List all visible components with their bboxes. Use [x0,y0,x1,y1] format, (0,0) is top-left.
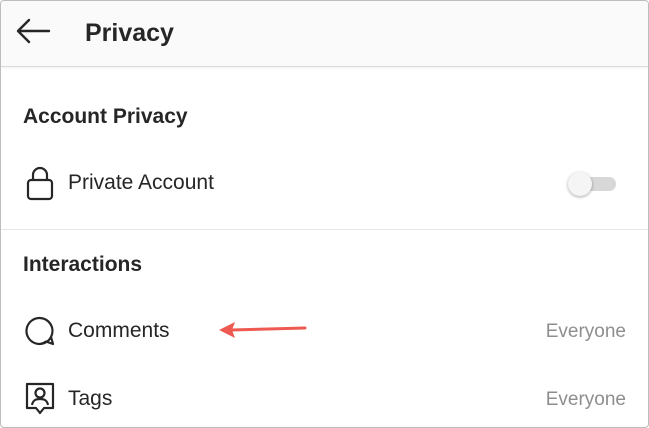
tag-person-icon [23,380,57,418]
comment-bubble-icon [23,312,57,350]
lock-icon [23,164,57,202]
section-heading-account-privacy: Account Privacy [23,105,188,128]
comments-value: Everyone [545,321,626,342]
back-arrow-icon [15,18,51,49]
comments-label: Comments [68,319,170,342]
comments-row[interactable]: Comments Everyone [1,306,648,358]
private-account-label: Private Account [68,171,214,194]
tags-label: Tags [68,387,113,410]
privacy-screen: Privacy Account Privacy Private Account … [0,0,649,428]
private-account-toggle[interactable] [568,172,620,196]
tags-row[interactable]: Tags Everyone [1,374,648,426]
back-button[interactable] [13,15,53,51]
page-title: Privacy [85,19,174,47]
annotation-arrow [217,319,309,346]
private-account-row[interactable]: Private Account [1,158,648,210]
section-heading-interactions: Interactions [23,253,143,276]
section-divider [1,229,648,230]
toggle-thumb [568,172,592,196]
top-app-bar: Privacy [1,1,648,67]
tags-value: Everyone [545,389,626,410]
